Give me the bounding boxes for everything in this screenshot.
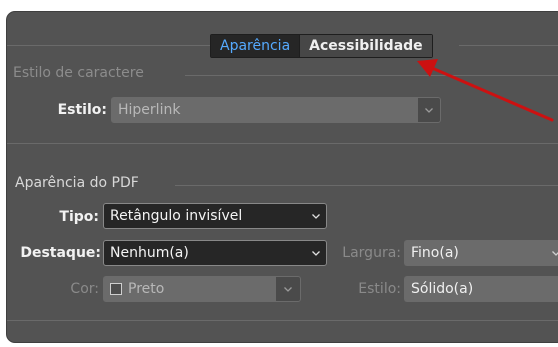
character-style-section-title: Estilo de caractere — [13, 65, 144, 81]
type-select[interactable]: Retângulo invisível — [103, 203, 327, 229]
color-select[interactable]: Preto — [103, 276, 275, 302]
tab-acessibilidade[interactable]: Acessibilidade — [300, 35, 432, 57]
tab-bar: Aparência Acessibilidade — [210, 34, 433, 58]
width-value: Fino(a) — [411, 245, 459, 261]
color-label: Cor: — [70, 281, 99, 297]
pdf-appearance-divider — [175, 185, 558, 186]
color-dropdown-button[interactable] — [275, 276, 301, 302]
character-style-dropdown-button[interactable] — [417, 97, 441, 123]
section-separator — [7, 143, 558, 144]
tab-divider-left — [7, 45, 210, 46]
chevron-down-icon — [312, 249, 320, 257]
type-label: Tipo: — [59, 209, 99, 225]
line-style-label: Estilo: — [358, 281, 401, 297]
character-style-divider — [185, 75, 558, 76]
chevron-down-icon — [425, 106, 433, 114]
highlight-select[interactable]: Nenhum(a) — [103, 240, 327, 266]
color-swatch-icon — [110, 283, 122, 295]
width-select[interactable]: Fino(a) — [404, 240, 558, 266]
line-style-value: Sólido(a) — [411, 281, 474, 297]
type-value: Retângulo invisível — [110, 208, 243, 224]
tab-divider-right — [459, 45, 558, 46]
highlight-value: Nenhum(a) — [110, 245, 189, 261]
line-style-select[interactable]: Sólido(a) — [404, 276, 558, 302]
pdf-appearance-section-title: Aparência do PDF — [15, 175, 139, 191]
chevron-down-icon — [312, 212, 320, 220]
chevron-down-icon — [284, 285, 292, 293]
highlight-label: Destaque: — [20, 245, 101, 261]
character-style-value: Hiperlink — [118, 102, 181, 118]
tab-aparencia[interactable]: Aparência — [211, 35, 301, 57]
bottom-separator — [7, 320, 558, 321]
color-value: Preto — [128, 281, 165, 297]
dialog-panel: Aparência Acessibilidade Estilo de carac… — [6, 11, 558, 343]
chevron-down-icon — [552, 249, 558, 257]
width-label: Largura: — [342, 245, 401, 261]
character-style-label: Estilo: — [57, 102, 107, 118]
character-style-select[interactable]: Hiperlink — [111, 97, 417, 123]
